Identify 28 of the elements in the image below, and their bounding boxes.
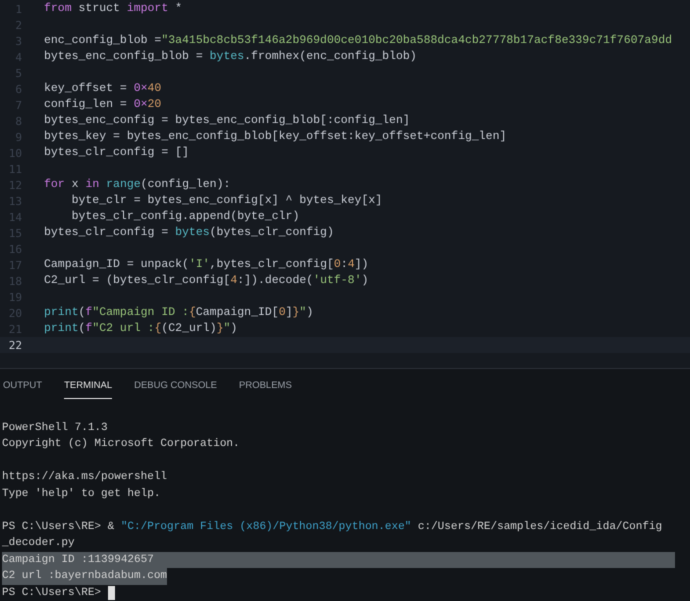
code-line: print(f"C2 url :{(C2_url)}") bbox=[44, 321, 238, 337]
code-line: print(f"Campaign ID :{Campaign_ID[0]}") bbox=[44, 305, 314, 321]
terminal-line: Copyright (c) Microsoft Corporation. bbox=[2, 437, 240, 452]
terminal-line: PS C:\Users\RE> & "C:/Program Files (x86)/Python38/python.exe" c:/Users/RE/samples/icedid_ida/Config bbox=[2, 520, 662, 534]
panel-tab[interactable]: DEBUG CONSOLE bbox=[134, 377, 217, 399]
code-line: bytes_clr_config = [] bbox=[44, 145, 189, 161]
code-line: key_offset = 0×40 bbox=[44, 81, 162, 97]
terminal-line: Type 'help' to get help. bbox=[2, 486, 160, 502]
panel-tab[interactable]: TERMINAL bbox=[64, 377, 112, 399]
code-line: from struct import * bbox=[44, 1, 182, 17]
code-line: bytes_clr_config = bytes(bytes_clr_config) bbox=[44, 225, 334, 241]
terminal-line: https://aka.ms/powershell bbox=[2, 470, 168, 485]
code-line: config_len = 0×20 bbox=[44, 97, 162, 113]
code-line: bytes_enc_config_blob = bytes.fromhex(enc_config_blob) bbox=[44, 49, 417, 65]
code-line: enc_config_blob ="3a415bc8cb53f146a2b969d00ce010bc20ba588dca4cb27778b17acf8e339c71f7607a9dd bbox=[44, 33, 672, 49]
terminal-line: PowerShell 7.1.3 bbox=[2, 420, 108, 436]
terminal-line: _decoder.py bbox=[2, 536, 75, 551]
code-line: bytes_enc_config = bytes_enc_config_blob[:config_len] bbox=[44, 113, 410, 129]
code-line: bytes_clr_config.append(byte_clr) bbox=[70, 209, 300, 225]
code-line: byte_clr = bytes_enc_config[x] ^ bytes_key[x] bbox=[70, 193, 382, 209]
code-line: bytes_key = bytes_enc_config_blob[key_offset:key_offset+config_len] bbox=[44, 129, 506, 145]
panel-tab[interactable]: PROBLEMS bbox=[239, 377, 292, 399]
code-line: C2_url = (bytes_clr_config[4:]).decode('utf-8') bbox=[44, 273, 368, 289]
line-number: 22 bbox=[8, 338, 22, 352]
code-line: for x in range(config_len): bbox=[44, 177, 230, 193]
panel-tab[interactable]: OUTPUT bbox=[3, 377, 42, 399]
terminal-line: PS C:\Users\RE> bbox=[2, 586, 102, 600]
code-line: Campaign_ID = unpack('I',bytes_clr_config[0:4]) bbox=[44, 257, 368, 273]
